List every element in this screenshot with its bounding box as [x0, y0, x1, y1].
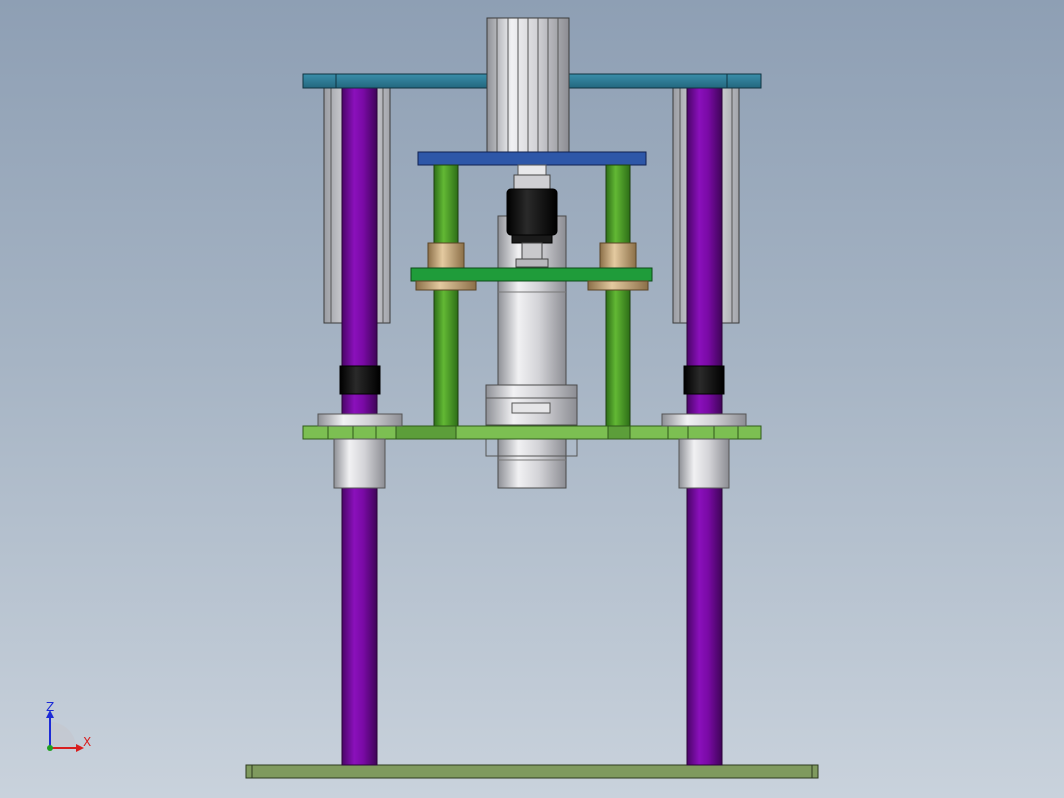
left-bushing [427, 242, 465, 269]
right-flange [587, 280, 649, 291]
right-column-collar [683, 365, 725, 395]
left-flange [415, 280, 477, 291]
left-linear-bearing[interactable] [317, 413, 403, 489]
top-cylinder[interactable] [486, 17, 570, 153]
right-bushing [599, 242, 637, 269]
base-plate[interactable] [245, 764, 819, 779]
y-axis-dot [47, 745, 53, 751]
piston-rod [513, 164, 551, 190]
right-green-rod[interactable] [605, 164, 631, 427]
right-linear-bearing[interactable] [661, 413, 747, 489]
left-column-collar [339, 365, 381, 395]
moving-plate[interactable] [410, 267, 653, 282]
upper-plate[interactable] [417, 151, 647, 166]
left-green-rod[interactable] [433, 164, 459, 427]
z-axis-label: Z [46, 700, 54, 714]
cad-viewport[interactable]: Z X [0, 0, 1064, 798]
x-axis-label: X [83, 735, 91, 749]
axis-triad: Z X [46, 700, 91, 752]
middle-plate[interactable] [302, 425, 762, 440]
